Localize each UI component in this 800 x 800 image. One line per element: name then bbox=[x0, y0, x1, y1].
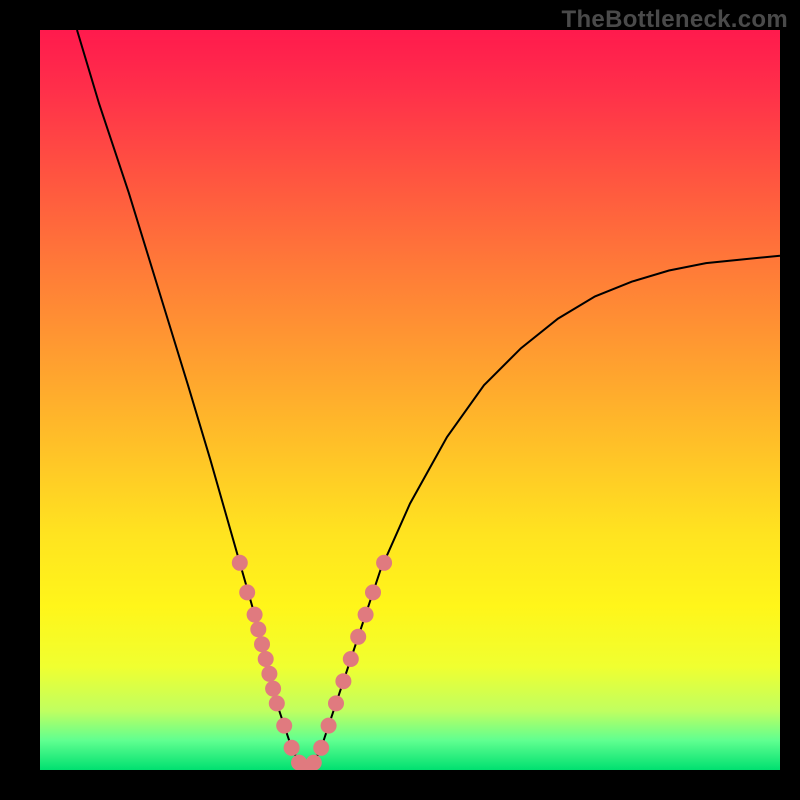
marker-point bbox=[321, 718, 337, 734]
marker-point bbox=[276, 718, 292, 734]
marker-point bbox=[365, 584, 381, 600]
marker-point bbox=[269, 695, 285, 711]
watermark-text: TheBottleneck.com bbox=[562, 6, 788, 34]
marker-point bbox=[350, 629, 366, 645]
marker-point bbox=[232, 555, 248, 571]
marker-point bbox=[335, 673, 351, 689]
bottleneck-curve bbox=[77, 30, 780, 770]
plot-area bbox=[40, 30, 780, 770]
chart-frame: TheBottleneck.com bbox=[0, 0, 800, 800]
marker-point bbox=[306, 755, 322, 770]
highlight-markers bbox=[232, 555, 392, 770]
marker-point bbox=[376, 555, 392, 571]
marker-point bbox=[358, 607, 374, 623]
marker-point bbox=[247, 607, 263, 623]
marker-point bbox=[261, 666, 277, 682]
marker-point bbox=[284, 740, 300, 756]
chart-overlay bbox=[40, 30, 780, 770]
marker-point bbox=[239, 584, 255, 600]
marker-point bbox=[254, 636, 270, 652]
marker-point bbox=[313, 740, 329, 756]
marker-point bbox=[258, 651, 274, 667]
marker-point bbox=[250, 621, 266, 637]
marker-point bbox=[265, 681, 281, 697]
marker-point bbox=[328, 695, 344, 711]
marker-point bbox=[343, 651, 359, 667]
